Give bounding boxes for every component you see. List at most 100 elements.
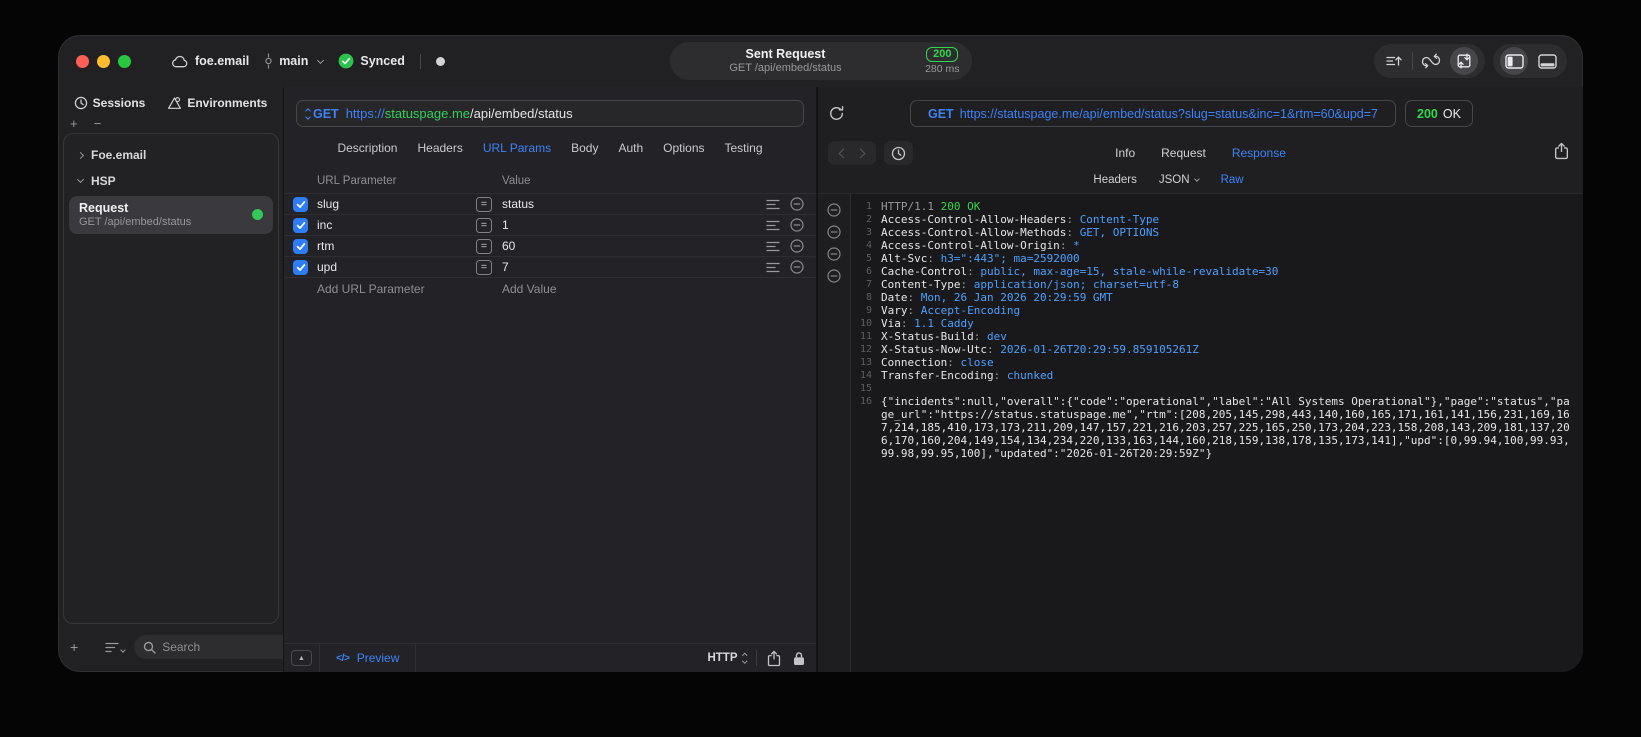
request-editor-pane: GET https://statuspage.me/api/embed/stat… xyxy=(283,87,817,672)
row-options-icon[interactable] xyxy=(766,262,780,273)
param-name[interactable]: slug xyxy=(317,197,467,211)
minimize-window-button[interactable] xyxy=(97,54,110,68)
param-checkbox[interactable] xyxy=(293,196,308,212)
remove-row-icon[interactable] xyxy=(790,197,804,211)
tab-sessions[interactable]: Sessions xyxy=(74,96,145,110)
search-icon xyxy=(143,641,156,654)
param-row[interactable]: inc = 1 xyxy=(284,214,816,235)
tab-body[interactable]: Body xyxy=(571,141,598,155)
subtab-json[interactable]: JSON xyxy=(1159,174,1200,186)
column-header-name: URL Parameter xyxy=(317,175,397,187)
project-menu[interactable]: foe.email xyxy=(171,54,249,68)
add-session-button[interactable]: + xyxy=(70,116,78,131)
row-options-icon[interactable] xyxy=(766,199,780,210)
chevron-down-icon xyxy=(1193,175,1200,182)
method-selector[interactable]: GET xyxy=(305,107,339,121)
close-window-button[interactable] xyxy=(76,54,89,68)
param-value[interactable]: status xyxy=(502,197,757,211)
previous-response-button[interactable] xyxy=(838,148,849,158)
param-name[interactable]: rtm xyxy=(317,239,467,253)
tab-url-params[interactable]: URL Params xyxy=(483,141,551,155)
line-number: 7 xyxy=(865,279,872,290)
sent-request-pill[interactable]: Sent Request GET /api/embed/status 200 2… xyxy=(669,42,972,80)
response-line: 13 Connection: close xyxy=(851,356,1573,369)
tree-group-hsp[interactable]: HSP xyxy=(64,168,278,194)
tab-request[interactable]: Request xyxy=(1161,146,1206,160)
add-value-placeholder[interactable]: Add Value xyxy=(502,282,757,296)
collapse-section-icon[interactable] xyxy=(827,225,841,239)
tab-environments[interactable]: Environments xyxy=(167,96,267,110)
param-name[interactable]: inc xyxy=(317,218,467,232)
sync-loop-button[interactable] xyxy=(1415,46,1447,76)
request-list-item-selected[interactable]: Request GET /api/embed/status xyxy=(69,196,273,234)
sort-order-button[interactable] xyxy=(1378,46,1410,76)
next-response-button[interactable] xyxy=(855,148,866,158)
tab-options[interactable]: Options xyxy=(663,141,704,155)
remove-row-icon[interactable] xyxy=(790,239,804,253)
response-request-url[interactable]: GET https://statuspage.me/api/embed/stat… xyxy=(910,100,1396,127)
list-filter-button[interactable] xyxy=(105,642,127,653)
collapse-section-icon[interactable] xyxy=(827,269,841,283)
chevron-down-icon xyxy=(317,56,325,64)
line-number: 5 xyxy=(865,253,872,264)
export-response-button[interactable] xyxy=(1554,142,1569,165)
lock-button[interactable] xyxy=(793,651,805,666)
protocol-selector[interactable]: HTTP xyxy=(707,652,747,664)
response-status-badge: 200 OK xyxy=(1405,100,1473,127)
toggle-sidebar-button[interactable] xyxy=(1500,47,1528,75)
line-content: {"incidents":null,"overall":{"code":"ope… xyxy=(881,395,1570,460)
collapse-section-icon[interactable] xyxy=(827,247,841,261)
tree-group-foe-email[interactable]: Foe.email xyxy=(64,142,278,168)
share-request-button[interactable] xyxy=(767,650,781,667)
param-value[interactable]: 7 xyxy=(502,260,757,274)
line-content: Vary: Accept-Encoding xyxy=(881,304,1021,317)
subtab-raw[interactable]: Raw xyxy=(1221,174,1244,186)
remove-row-icon[interactable] xyxy=(790,218,804,232)
response-nav-row: Info Request Response xyxy=(818,140,1583,166)
response-line: 7 Content-Type: application/json; charse… xyxy=(851,278,1573,291)
param-row[interactable]: upd = 7 xyxy=(284,256,816,277)
remove-row-icon[interactable] xyxy=(790,260,804,274)
sync-status[interactable]: Synced xyxy=(338,53,405,69)
param-value[interactable]: 60 xyxy=(502,239,757,253)
tab-testing[interactable]: Testing xyxy=(725,141,763,155)
add-param-placeholder[interactable]: Add URL Parameter xyxy=(317,282,467,296)
sidebar: Sessions Environments + − Foe.email HSP xyxy=(58,87,327,672)
request-url-input[interactable]: GET https://statuspage.me/api/embed/stat… xyxy=(296,100,804,127)
expand-panel-button[interactable]: ▲ xyxy=(291,650,312,666)
resend-request-button[interactable] xyxy=(824,102,848,126)
param-row[interactable]: rtm = 60 xyxy=(284,235,816,256)
row-options-icon[interactable] xyxy=(766,220,780,231)
param-checkbox[interactable] xyxy=(293,238,308,254)
collapse-section-icon[interactable] xyxy=(827,203,841,217)
param-row[interactable]: slug = status xyxy=(284,193,816,214)
response-line: 5 Alt-Svc: h3=":443"; ma=2592000 xyxy=(851,252,1573,265)
check-circle-icon xyxy=(338,53,354,69)
toggle-bottom-panel-button[interactable] xyxy=(1531,46,1563,76)
row-options-icon[interactable] xyxy=(766,241,780,252)
branch-menu[interactable]: main xyxy=(264,53,325,69)
history-button[interactable] xyxy=(884,141,913,165)
bottom-panel-icon xyxy=(1537,53,1557,69)
tab-response[interactable]: Response xyxy=(1232,146,1286,160)
import-export-icon xyxy=(1457,53,1471,69)
tab-headers[interactable]: Headers xyxy=(417,141,462,155)
param-checkbox[interactable] xyxy=(293,217,308,233)
param-value[interactable]: 1 xyxy=(502,218,757,232)
import-export-button[interactable] xyxy=(1450,47,1478,75)
line-number: 10 xyxy=(859,318,872,329)
tab-description[interactable]: Description xyxy=(337,141,397,155)
remove-session-button[interactable]: − xyxy=(94,116,102,131)
line-content: Content-Type: application/json; charset=… xyxy=(881,278,1180,291)
param-add-row: Add URL Parameter Add Value xyxy=(284,277,816,300)
zoom-window-button[interactable] xyxy=(118,54,131,68)
param-name[interactable]: upd xyxy=(317,260,467,274)
tab-auth[interactable]: Auth xyxy=(618,141,643,155)
param-checkbox[interactable] xyxy=(293,259,308,275)
session-dot-icon xyxy=(435,56,445,66)
add-request-button[interactable]: + xyxy=(70,639,78,655)
code-preview-button[interactable]: </> Preview xyxy=(320,644,417,672)
tab-info[interactable]: Info xyxy=(1115,146,1135,160)
sent-request-title: Sent Request xyxy=(745,47,826,61)
subtab-headers[interactable]: Headers xyxy=(1093,174,1136,186)
